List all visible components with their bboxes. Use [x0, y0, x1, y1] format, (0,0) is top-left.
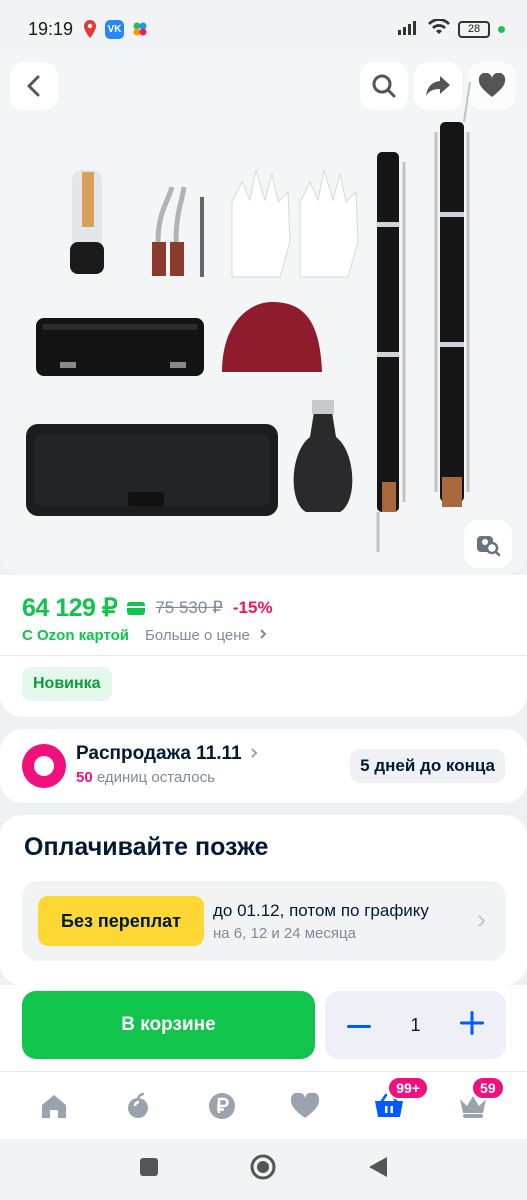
decrease-button[interactable] [347, 1016, 371, 1034]
quantity-value: 1 [410, 1014, 421, 1035]
installment-months: на 6, 12 и 24 месяца [213, 925, 356, 942]
sale-title-text: Распродажа 11.11 [76, 743, 242, 764]
pay-later-title: Оплачивайте позже [24, 833, 269, 861]
nav-profile[interactable]: 59 [449, 1075, 505, 1130]
price-more-label: Больше о цене [145, 627, 250, 644]
discount-badge: -15% [232, 598, 273, 617]
installment-option[interactable]: Без переплат до 01.12, потом по графику … [22, 881, 506, 961]
nav-fresh[interactable] [114, 1082, 162, 1130]
no-overpay-tag: Без переплат [38, 896, 204, 946]
battery-icon: 28 [458, 20, 490, 38]
pay-later-card: Оплачивайте позже Без переплат до 01.12,… [0, 815, 527, 985]
cart-badge: 99+ [387, 1075, 429, 1100]
price-card: 64 129 ₽ 75 530 ₽ -15% С Ozon картой Бол… [0, 575, 527, 717]
nav-cart[interactable]: 99+ [365, 1075, 429, 1130]
installment-terms: до 01.12, потом по графику [213, 901, 429, 920]
triangle-back-icon [368, 1157, 387, 1177]
sale-units-text: единиц осталось [96, 769, 215, 786]
chevron-right-icon [478, 915, 486, 927]
sale-days-left: 5 дней до конца [350, 749, 505, 783]
product-image [26, 81, 471, 552]
product-gallery[interactable] [0, 52, 527, 577]
circle-icon [250, 1154, 275, 1180]
back-nav-button[interactable] [367, 1155, 389, 1184]
image-search-button[interactable] [464, 520, 512, 568]
minus-icon [347, 1025, 371, 1028]
chevron-right-icon [251, 748, 258, 758]
ozon-card-icon [127, 601, 146, 615]
location-icon [83, 20, 97, 38]
recents-button[interactable] [139, 1157, 159, 1182]
nav-favorites[interactable] [281, 1082, 329, 1130]
vk-icon: VK [105, 19, 125, 39]
new-badge: Новинка [22, 667, 112, 701]
ruble-icon [208, 1092, 235, 1119]
sale-units: 50 единиц осталось [76, 769, 215, 786]
home-icon [41, 1094, 66, 1118]
ozon-card-label[interactable]: С Ozon картой [22, 627, 129, 644]
in-cart-button[interactable]: В корзине [22, 991, 315, 1059]
ozon-card-row: С Ozon картой Больше о цене [22, 627, 268, 644]
sale-card[interactable]: Распродажа 11.11 50 единиц осталось 5 дн… [0, 729, 527, 803]
bottom-nav: 99+ 59 [0, 1071, 527, 1139]
plus-icon [459, 1010, 484, 1035]
square-icon [139, 1158, 158, 1176]
status-bar: 19:19 VK 28 [0, 0, 527, 58]
system-nav [0, 1139, 527, 1200]
status-time: 19:19 [28, 18, 74, 39]
profile-badge: 59 [471, 1075, 505, 1100]
sale-title: Распродажа 11.11 [76, 743, 259, 765]
signal-icon [398, 19, 420, 40]
fruit-icon [127, 1092, 148, 1118]
divider [0, 655, 527, 656]
price-more-link[interactable]: Больше о цене [145, 627, 268, 644]
cart-bar: В корзине 1 [0, 985, 527, 1071]
nav-home[interactable] [30, 1082, 78, 1130]
chevron-right-icon [260, 629, 267, 639]
price: 64 129 ₽ [22, 594, 118, 622]
sale-logo-icon [22, 744, 66, 788]
camera-indicator-icon [498, 25, 505, 33]
home-button[interactable] [249, 1153, 277, 1186]
app-icon [132, 21, 148, 37]
price-row: 64 129 ₽ 75 530 ₽ -15% [22, 593, 273, 623]
quantity-stepper: 1 [325, 991, 506, 1059]
wifi-icon [428, 17, 450, 40]
increase-button[interactable] [459, 1010, 484, 1040]
sale-units-count: 50 [76, 769, 93, 786]
old-price: 75 530 ₽ [155, 598, 223, 617]
nav-finance[interactable] [198, 1082, 246, 1130]
image-search-icon [477, 536, 501, 557]
heart-icon [291, 1092, 320, 1118]
